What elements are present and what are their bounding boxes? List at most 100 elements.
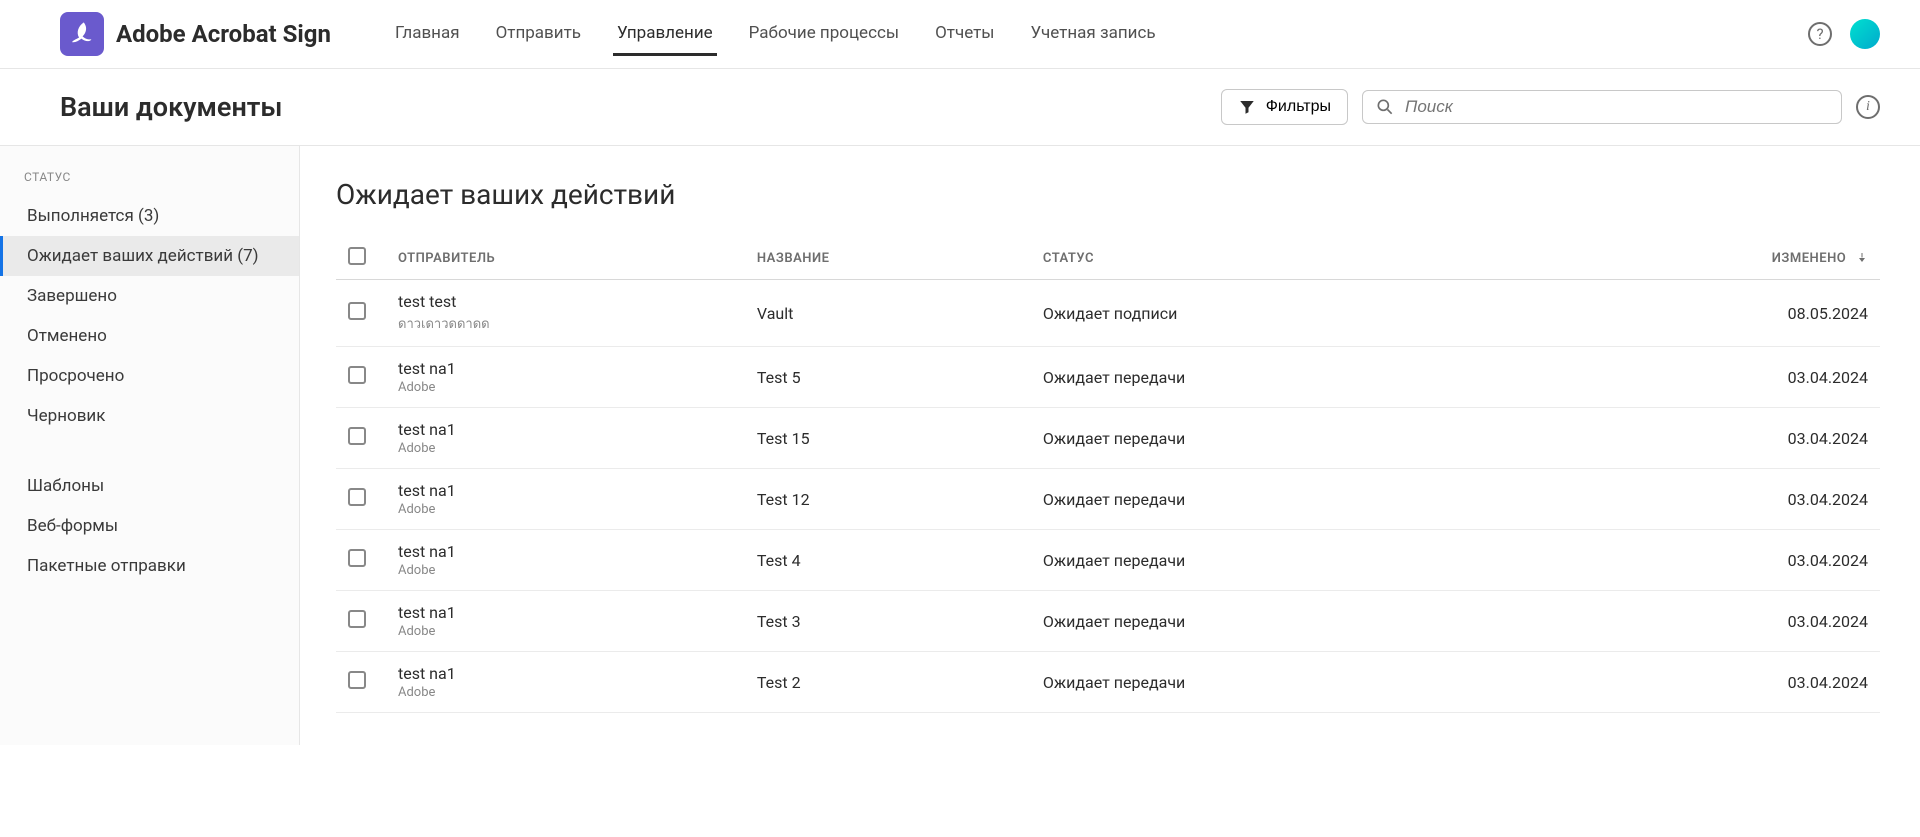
sender-org: Adobe bbox=[398, 502, 733, 517]
sidebar-status-item[interactable]: Завершено bbox=[0, 276, 299, 316]
sidebar-item[interactable]: Пакетные отправки bbox=[0, 546, 299, 586]
cell-title: Test 2 bbox=[745, 652, 1031, 713]
nav-item[interactable]: Учетная запись bbox=[1027, 13, 1160, 56]
search-icon bbox=[1375, 97, 1395, 117]
sender-name: test na1 bbox=[398, 359, 733, 378]
select-all-checkbox[interactable] bbox=[348, 247, 366, 265]
subheader: Ваши документы Фильтры i bbox=[0, 69, 1920, 145]
nav-item[interactable]: Отправить bbox=[492, 13, 585, 56]
sidebar-status-item[interactable]: Выполняется (3) bbox=[0, 196, 299, 236]
sidebar-status-item[interactable]: Ожидает ваших действий (7) bbox=[0, 236, 299, 276]
cell-status: Ожидает передачи bbox=[1031, 591, 1524, 652]
cell-status: Ожидает передачи bbox=[1031, 408, 1524, 469]
sender-org: Adobe bbox=[398, 624, 733, 639]
layout: СТАТУС Выполняется (3)Ожидает ваших дейс… bbox=[0, 145, 1920, 745]
filters-button[interactable]: Фильтры bbox=[1221, 89, 1348, 125]
cell-modified: 03.04.2024 bbox=[1524, 469, 1880, 530]
avatar[interactable] bbox=[1850, 19, 1880, 49]
filter-icon bbox=[1238, 98, 1256, 116]
cell-status: Ожидает передачи bbox=[1031, 469, 1524, 530]
cell-sender: test na1Adobe bbox=[386, 347, 745, 408]
col-header-modified-label: ИЗМЕНЕНО bbox=[1772, 251, 1847, 266]
nav-item[interactable]: Отчеты bbox=[931, 13, 998, 56]
cell-modified: 03.04.2024 bbox=[1524, 408, 1880, 469]
filters-button-label: Фильтры bbox=[1266, 98, 1331, 116]
cell-sender: test na1 Adobe bbox=[386, 408, 745, 469]
col-header-status[interactable]: СТАТУС bbox=[1031, 237, 1524, 280]
sidebar-item[interactable]: Веб-формы bbox=[0, 506, 299, 546]
brand: Adobe Acrobat Sign bbox=[60, 12, 331, 56]
main-content: Ожидает ваших действий ОТПРАВИТЕЛЬ НАЗВА… bbox=[300, 146, 1920, 745]
info-icon[interactable]: i bbox=[1856, 95, 1880, 119]
cell-modified: 03.04.2024 bbox=[1524, 591, 1880, 652]
row-checkbox[interactable] bbox=[348, 671, 366, 689]
sidebar-status-item[interactable]: Отменено bbox=[0, 316, 299, 356]
table-row[interactable]: test na1AdobeTest 2Ожидает передачи03.04… bbox=[336, 652, 1880, 713]
primary-nav: Главная Отправить Управление Рабочие процес… bbox=[391, 13, 1808, 56]
cell-status: Ожидает подписи bbox=[1031, 280, 1524, 347]
col-header-modified[interactable]: ИЗМЕНЕНО bbox=[1524, 237, 1880, 280]
help-icon[interactable]: ? bbox=[1808, 22, 1832, 46]
cell-title: Test 15 bbox=[745, 408, 1031, 469]
cell-sender: test na1 Adobe bbox=[386, 530, 745, 591]
agreements-table: ОТПРАВИТЕЛЬ НАЗВАНИЕ СТАТУС ИЗМЕНЕНО tes… bbox=[336, 237, 1880, 713]
sender-org: Adobe bbox=[398, 441, 733, 456]
search-input[interactable] bbox=[1405, 97, 1829, 117]
sender-org: ดาวเดาวดดาดด bbox=[398, 313, 733, 334]
table-row[interactable]: test test ดาวเดาวดดาดด VaultОжидает подпис… bbox=[336, 280, 1880, 347]
brand-logo-icon bbox=[60, 12, 104, 56]
sidebar-status-item[interactable]: Черновик bbox=[0, 396, 299, 436]
cell-sender: test na1 Adobe bbox=[386, 591, 745, 652]
col-header-sender[interactable]: ОТПРАВИТЕЛЬ bbox=[386, 237, 745, 280]
sender-name: test na1 bbox=[398, 603, 733, 622]
sidebar-status-item[interactable]: Просрочено bbox=[0, 356, 299, 396]
table-row[interactable]: test na1 Adobe Test 3Ожидает передачи03.04… bbox=[336, 591, 1880, 652]
main-title: Ожидает ваших действий bbox=[336, 178, 1880, 211]
search-box[interactable] bbox=[1362, 90, 1842, 124]
cell-sender: test na1 Adobe bbox=[386, 469, 745, 530]
row-checkbox[interactable] bbox=[348, 302, 366, 320]
cell-modified: 03.04.2024 bbox=[1524, 652, 1880, 713]
cell-sender: test na1 Adobe bbox=[386, 652, 745, 713]
brand-name: Adobe Acrobat Sign bbox=[116, 20, 331, 48]
cell-modified: 08.05.2024 bbox=[1524, 280, 1880, 347]
cell-modified: 03.04.2024 bbox=[1524, 347, 1880, 408]
sender-name: test na1 bbox=[398, 420, 733, 439]
sidebar: СТАТУС Выполняется (3)Ожидает ваших дейс… bbox=[0, 146, 300, 745]
row-checkbox[interactable] bbox=[348, 610, 366, 628]
cell-title: Test 12 bbox=[745, 469, 1031, 530]
table-row[interactable]: test na1 Adobe Test 12Ожидает передачи03.0… bbox=[336, 469, 1880, 530]
topbar: Adobe Acrobat Sign Главная Отправить Управ… bbox=[0, 0, 1920, 69]
row-checkbox[interactable] bbox=[348, 366, 366, 384]
sender-name: test na1 bbox=[398, 481, 733, 500]
cell-title: Test 4 bbox=[745, 530, 1031, 591]
table-row[interactable]: test na1 Adobe Test 15Ожидает передачи03.0… bbox=[336, 408, 1880, 469]
cell-title: Test 5 bbox=[745, 347, 1031, 408]
sender-org: Adobe bbox=[398, 563, 733, 578]
cell-status: Ожидает передачи bbox=[1031, 530, 1524, 591]
cell-modified: 03.04.2024 bbox=[1524, 530, 1880, 591]
row-checkbox[interactable] bbox=[348, 549, 366, 567]
sender-name: test na1 bbox=[398, 542, 733, 561]
nav-item[interactable]: Главная bbox=[391, 13, 464, 56]
topbar-right: ? bbox=[1808, 19, 1880, 49]
col-header-title[interactable]: НАЗВАНИЕ bbox=[745, 237, 1031, 280]
table-row[interactable]: test na1 Adobe Test 4Ожидает передачи03.04… bbox=[336, 530, 1880, 591]
row-checkbox[interactable] bbox=[348, 488, 366, 506]
page-title: Ваши документы bbox=[60, 91, 1207, 123]
cell-sender: test test ดาวเดาวดดาดด bbox=[386, 280, 745, 347]
sidebar-item[interactable]: Шаблоны bbox=[0, 466, 299, 506]
sort-desc-icon bbox=[1856, 252, 1868, 264]
table-row[interactable]: test na1AdobeTest 5Ожидает передачи03.04… bbox=[336, 347, 1880, 408]
nav-item[interactable]: Управление bbox=[613, 13, 717, 56]
cell-status: Ожидает передачи bbox=[1031, 347, 1524, 408]
sender-name: test na1 bbox=[398, 664, 733, 683]
cell-title: Test 3 bbox=[745, 591, 1031, 652]
cell-title: Vault bbox=[745, 280, 1031, 347]
col-header-checkbox bbox=[336, 237, 386, 280]
sender-name: test test bbox=[398, 292, 733, 311]
row-checkbox[interactable] bbox=[348, 427, 366, 445]
acrobat-icon bbox=[68, 20, 96, 48]
sender-org: Adobe bbox=[398, 685, 733, 700]
nav-item[interactable]: Рабочие процессы bbox=[745, 13, 903, 56]
